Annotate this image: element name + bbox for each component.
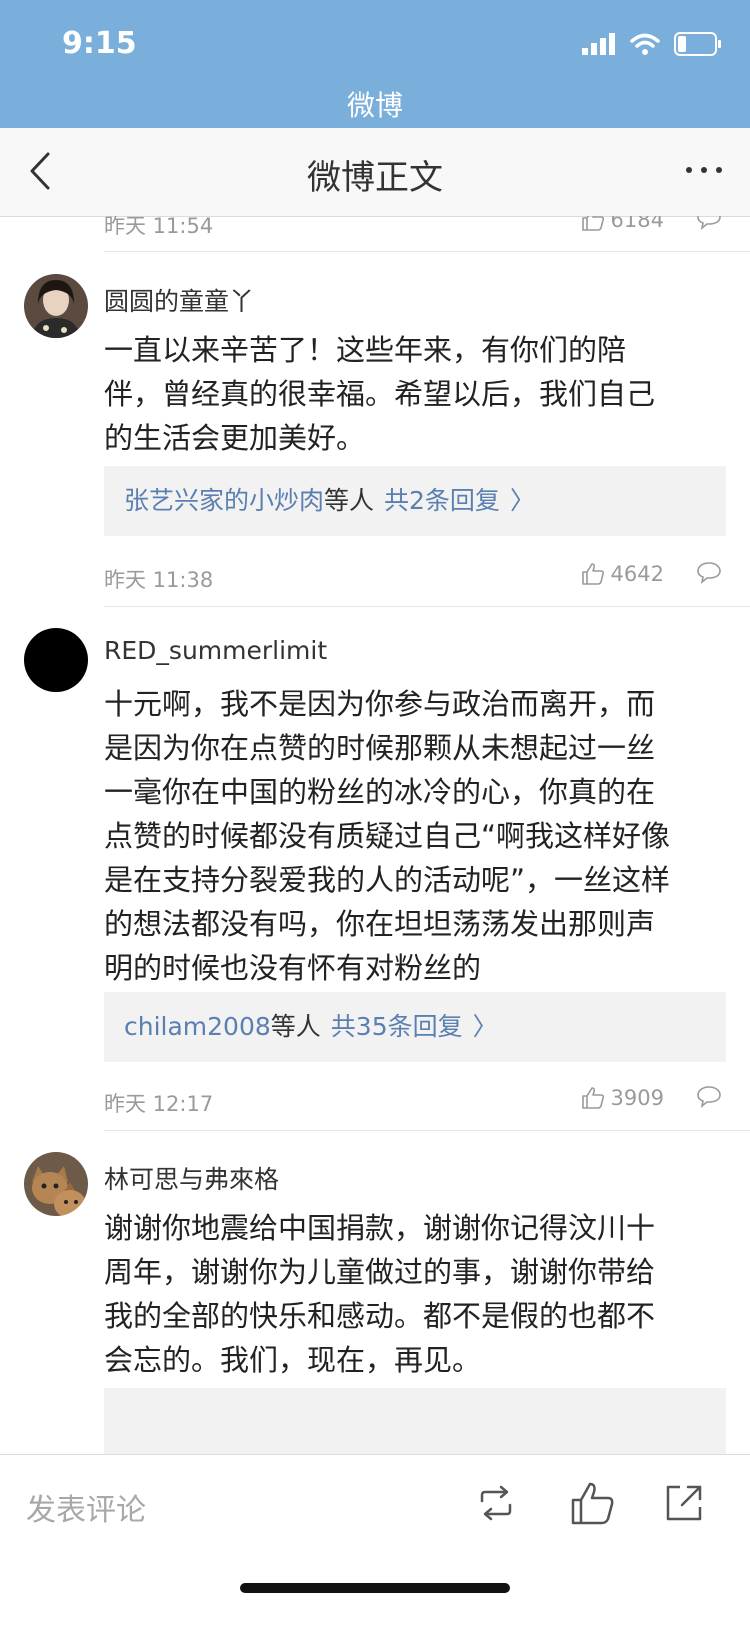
- bottom-bar: 发表评论: [0, 1454, 750, 1625]
- avatar[interactable]: [24, 274, 88, 338]
- reply-summary[interactable]: 张艺兴家的小炒肉等人 共2条回复〉: [104, 466, 726, 536]
- battery-icon: [674, 32, 721, 56]
- page-title: 微博正文: [307, 158, 443, 198]
- repost-icon: [480, 1485, 512, 1521]
- thumb-up-icon: [571, 1482, 614, 1525]
- reply-summary[interactable]: [104, 1388, 726, 1454]
- chevron-right-icon: 〉: [472, 1012, 498, 1041]
- reply-count-link[interactable]: 共2条回复: [384, 486, 500, 515]
- wifi-icon: [630, 33, 660, 55]
- divider: [104, 606, 750, 607]
- comment-icon: [697, 1086, 721, 1108]
- comment-username[interactable]: 圆圆的童童丫: [104, 282, 254, 318]
- comment-time: 昨天 12:17: [104, 1092, 214, 1116]
- nav-bar: 微博正文: [0, 128, 750, 217]
- like-count: 6184: [610, 216, 664, 232]
- comment-time: 昨天 11:38: [104, 568, 214, 592]
- avatar[interactable]: [24, 1152, 88, 1216]
- like-button[interactable]: 4642: [581, 562, 664, 586]
- comment-text: 十元啊，我不是因为你参与政治而离开，而 是因为你在点赞的时候那颗从未想起过一丝 …: [104, 682, 724, 990]
- more-icon: [686, 167, 722, 173]
- status-time: 9:15: [62, 26, 137, 61]
- comment-line: 十元啊，我不是因为你参与政治而离开，而: [104, 687, 656, 721]
- comment-line: 明的时候也没有怀有对粉丝的: [104, 951, 482, 985]
- avatar[interactable]: [24, 628, 88, 692]
- avatar-image: [24, 274, 88, 338]
- comment-list[interactable]: 昨天 11:54 6184 圆圆的童童丫 一直以来辛苦了！这些年来，有你们的陪 …: [0, 216, 750, 1454]
- reply-label: 等人: [270, 1012, 321, 1041]
- like-button[interactable]: 3909: [581, 1086, 664, 1110]
- like-count: 4642: [610, 562, 664, 586]
- share-icon: [666, 1485, 702, 1521]
- comment-meta: 昨天 12:17 3909: [104, 1080, 726, 1120]
- like-count: 3909: [610, 1086, 664, 1110]
- avatar-image: [24, 1152, 88, 1216]
- comment-text: 一直以来辛苦了！这些年来，有你们的陪 伴，曾经真的很幸福。希望以后，我们自己 的…: [104, 328, 724, 460]
- comment-input[interactable]: 发表评论: [26, 1485, 146, 1529]
- comment-line: 点赞的时候都没有质疑过自己“啊我这样好像: [104, 819, 671, 853]
- comment-line: 会忘的。我们，现在，再见。: [104, 1343, 482, 1377]
- home-indicator[interactable]: [240, 1583, 510, 1593]
- status-icons: [582, 32, 722, 56]
- thumb-up-icon: [581, 1087, 604, 1109]
- more-button[interactable]: [680, 150, 728, 190]
- comment-line: 伴，曾经真的很幸福。希望以后，我们自己: [104, 377, 656, 411]
- divider: [104, 251, 750, 252]
- like-button[interactable]: [568, 1479, 616, 1527]
- comment-line: 周年，谢谢你为儿童做过的事，谢谢你带给: [104, 1255, 656, 1289]
- comment-text: 谢谢你地震给中国捐款，谢谢你记得汶川十 周年，谢谢你为儿童做过的事，谢谢你带给 …: [104, 1206, 724, 1382]
- comment-line: 的生活会更加美好。: [104, 421, 366, 455]
- comment-line: 一直以来辛苦了！这些年来，有你们的陪: [104, 333, 627, 367]
- reply-button[interactable]: [696, 216, 722, 235]
- comment-line: 是因为你在点赞的时候那颗从未想起过一丝: [104, 731, 656, 765]
- comment-icon: [697, 562, 721, 584]
- reply-button[interactable]: [696, 1084, 722, 1113]
- share-button[interactable]: [660, 1479, 708, 1527]
- repost-button[interactable]: [472, 1479, 520, 1527]
- reply-count-link[interactable]: 共35条回复: [331, 1012, 463, 1041]
- thumb-up-icon: [581, 563, 604, 585]
- reply-user[interactable]: chilam2008: [124, 1012, 271, 1041]
- reply-label: 等人: [324, 486, 375, 515]
- chevron-right-icon: 〉: [509, 486, 535, 515]
- reply-summary[interactable]: chilam2008等人 共35条回复〉: [104, 992, 726, 1062]
- thumb-up-icon: [581, 216, 604, 231]
- comment-line: 一毫你在中国的粉丝的冰冷的心，你真的在: [104, 775, 656, 809]
- reply-user[interactable]: 张艺兴家的小炒肉: [124, 486, 324, 515]
- comment-username[interactable]: 林可思与弗來格: [104, 1160, 279, 1196]
- comment-line: 的想法都没有吗，你在坦坦荡荡发出那则声: [104, 907, 656, 941]
- comment-time: 昨天 11:54: [104, 216, 214, 238]
- app-title: 微博: [346, 89, 403, 122]
- divider: [104, 1130, 750, 1131]
- comment-icon: [697, 216, 721, 230]
- comment-username[interactable]: RED_summerlimit: [104, 636, 327, 665]
- like-button[interactable]: 6184: [581, 216, 664, 232]
- comment-meta: 昨天 11:38 4642: [104, 556, 726, 596]
- comment-line: 谢谢你地震给中国捐款，谢谢你记得汶川十: [104, 1211, 656, 1245]
- reply-button[interactable]: [696, 560, 722, 589]
- comment-line: 我的全部的快乐和感动。都不是假的也都不: [104, 1299, 656, 1333]
- status-bar: 9:15 微博: [0, 0, 750, 128]
- comment-meta: 昨天 11:54 6184: [104, 216, 726, 242]
- signal-icon: [582, 33, 615, 55]
- comment-line: 是在支持分裂爱我的人的活动呢”，一丝这样: [104, 863, 671, 897]
